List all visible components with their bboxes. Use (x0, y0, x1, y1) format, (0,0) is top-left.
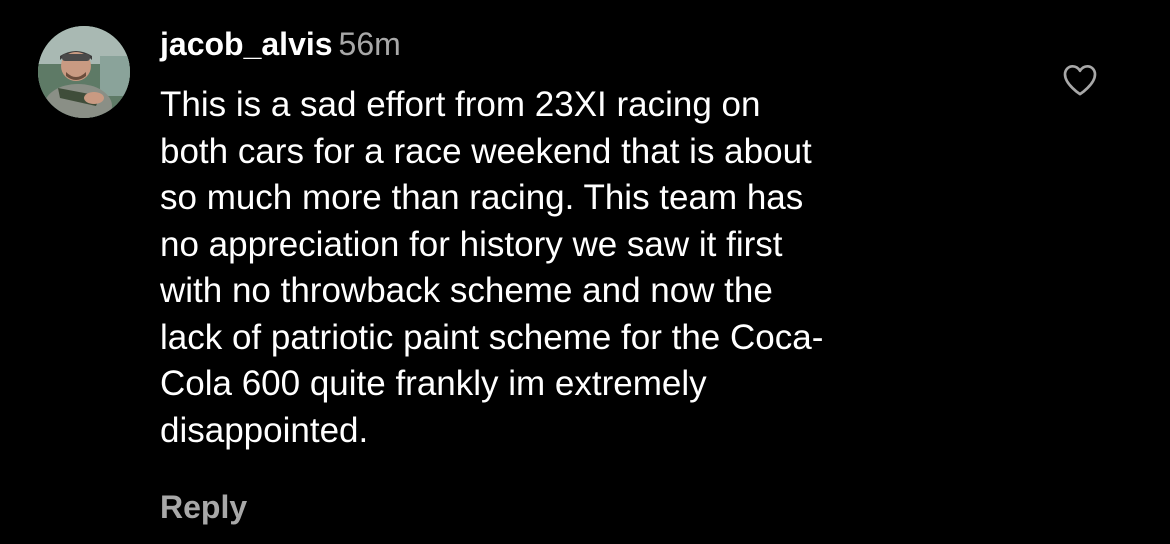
comment-line: so much more than racing. This team has (160, 178, 804, 217)
reply-button[interactable]: Reply (160, 487, 247, 527)
avatar[interactable] (38, 26, 130, 118)
timestamp: 56m (338, 26, 401, 62)
comment-line: disappointed. (160, 410, 369, 450)
username[interactable]: jacob_alvis (160, 26, 333, 62)
comment-line: no appreciation for history we saw it fi… (160, 224, 783, 264)
comment-line: with no throwback scheme and now the (160, 271, 773, 310)
heart-outline-icon (1063, 65, 1097, 96)
comment-line: Cola 600 quite frankly im extremely (160, 364, 707, 403)
comment-header: jacob_alvis 56m (160, 24, 401, 64)
comment-body: This is a sad effort from 23XI racing on… (160, 82, 1020, 454)
like-button[interactable] (1060, 60, 1100, 100)
comment-line: lack of patriotic paint scheme for the C… (160, 317, 824, 357)
comment-line: This is a sad effort from 23XI racing on (160, 85, 761, 124)
avatar-photo (38, 26, 130, 118)
comment: jacob_alvis 56m This is a sad effort from… (0, 0, 1170, 544)
comment-line: both cars for a race weekend that is abo… (160, 131, 812, 171)
